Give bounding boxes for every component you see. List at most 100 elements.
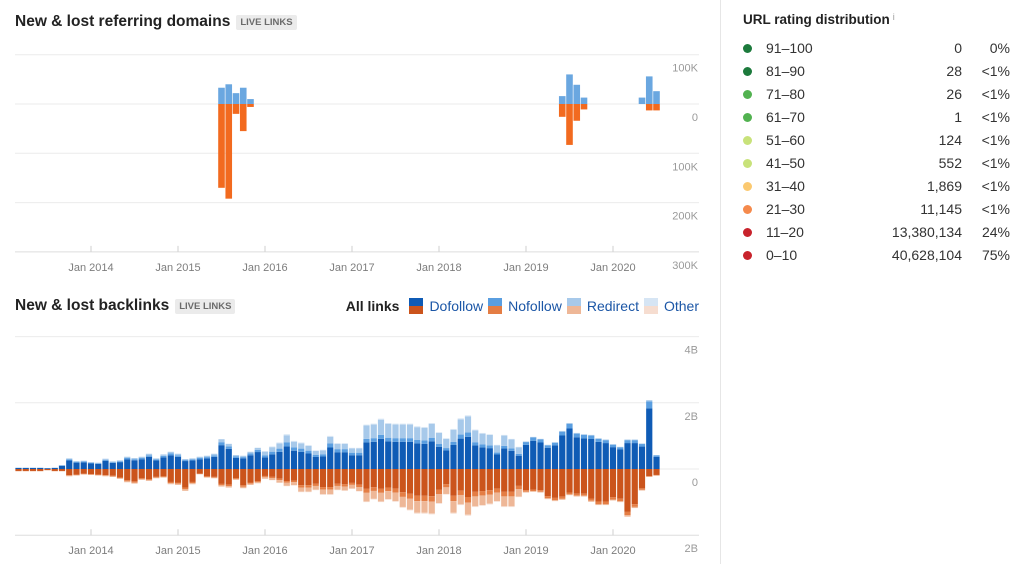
- dofollow-lost-bar-segment[interactable]: [399, 469, 406, 493]
- nofollow-new-bar-segment[interactable]: [414, 439, 421, 444]
- nofollow-lost-bar-segment[interactable]: [254, 481, 261, 483]
- redirect-lost-bar-segment[interactable]: [566, 494, 573, 496]
- dofollow-new-bar-segment[interactable]: [174, 456, 182, 469]
- dofollow-new-bar-segment[interactable]: [109, 462, 116, 469]
- dofollow-lost-bar-segment[interactable]: [73, 469, 80, 475]
- nofollow-lost-bar-segment[interactable]: [269, 476, 276, 479]
- nofollow-lost-bar-segment[interactable]: [392, 488, 399, 493]
- nofollow-lost-bar-segment[interactable]: [646, 476, 653, 477]
- redirect-new-bar-segment[interactable]: [109, 461, 116, 463]
- lost-domains-bar[interactable]: [645, 104, 653, 111]
- nofollow-lost-bar-segment[interactable]: [624, 511, 631, 516]
- new-domains-bar[interactable]: [566, 74, 573, 104]
- dofollow-lost-bar-segment[interactable]: [189, 469, 196, 482]
- dofollow-lost-bar-segment[interactable]: [414, 469, 421, 496]
- nofollow-lost-bar-segment[interactable]: [298, 485, 305, 488]
- redirect-new-bar-segment[interactable]: [472, 430, 479, 443]
- dofollow-new-bar-segment[interactable]: [406, 441, 414, 469]
- dofollow-lost-bar-segment[interactable]: [218, 469, 225, 484]
- redirect-lost-bar-segment[interactable]: [167, 483, 174, 485]
- other-new-bar-segment[interactable]: [486, 434, 493, 435]
- lost-domains-bar[interactable]: [558, 104, 566, 117]
- nofollow-new-bar-segment[interactable]: [131, 459, 138, 461]
- nofollow-lost-bar-segment[interactable]: [486, 490, 493, 495]
- dofollow-new-bar-segment[interactable]: [269, 454, 276, 469]
- redirect-lost-bar-segment[interactable]: [588, 500, 595, 502]
- nofollow-new-bar-segment[interactable]: [421, 440, 428, 444]
- nofollow-lost-bar-segment[interactable]: [356, 484, 363, 488]
- nofollow-new-bar-segment[interactable]: [631, 440, 638, 444]
- redirect-new-bar-segment[interactable]: [312, 451, 319, 455]
- redirect-lost-bar-segment[interactable]: [580, 495, 588, 497]
- dofollow-lost-bar-segment[interactable]: [631, 469, 638, 505]
- redirect-new-bar-segment[interactable]: [319, 450, 327, 455]
- other-new-bar-segment[interactable]: [327, 435, 334, 437]
- new-domains-bar[interactable]: [239, 87, 247, 104]
- nofollow-lost-bar-segment[interactable]: [247, 482, 254, 484]
- redirect-lost-bar-segment[interactable]: [240, 486, 247, 489]
- nofollow-new-bar-segment[interactable]: [138, 457, 145, 460]
- dofollow-lost-bar-segment[interactable]: [537, 469, 544, 491]
- other-lost-bar-segment[interactable]: [421, 512, 428, 514]
- dofollow-lost-bar-segment[interactable]: [363, 469, 370, 489]
- dofollow-new-bar-segment[interactable]: [377, 438, 385, 469]
- redirect-new-bar-segment[interactable]: [646, 400, 653, 402]
- nofollow-lost-bar-segment[interactable]: [638, 488, 646, 490]
- dofollow-new-bar-segment[interactable]: [348, 455, 356, 469]
- redirect-lost-bar-segment[interactable]: [421, 501, 428, 513]
- dofollow-new-bar-segment[interactable]: [472, 445, 479, 469]
- nofollow-new-bar-segment[interactable]: [435, 444, 443, 447]
- nofollow-lost-bar-segment[interactable]: [131, 481, 138, 483]
- nofollow-new-bar-segment[interactable]: [305, 450, 312, 454]
- dofollow-new-bar-segment[interactable]: [334, 452, 341, 469]
- other-new-bar-segment[interactable]: [443, 438, 450, 439]
- other-lost-bar-segment[interactable]: [319, 494, 327, 495]
- dofollow-lost-bar-segment[interactable]: [196, 469, 203, 474]
- dofollow-new-bar-segment[interactable]: [631, 443, 638, 469]
- nofollow-new-bar-segment[interactable]: [203, 457, 211, 459]
- other-new-bar-segment[interactable]: [370, 423, 377, 425]
- nofollow-lost-bar-segment[interactable]: [385, 487, 392, 492]
- redirect-lost-bar-segment[interactable]: [617, 501, 624, 503]
- redirect-lost-bar-segment[interactable]: [406, 498, 414, 510]
- dofollow-new-bar-segment[interactable]: [95, 463, 102, 469]
- dofollow-new-bar-segment[interactable]: [530, 440, 537, 469]
- lost-domains-bar[interactable]: [225, 104, 233, 199]
- nofollow-new-bar-segment[interactable]: [472, 442, 479, 446]
- dofollow-lost-bar-segment[interactable]: [160, 469, 167, 477]
- nofollow-new-bar-segment[interactable]: [312, 454, 319, 457]
- dofollow-new-bar-segment[interactable]: [37, 467, 44, 469]
- dofollow-lost-bar-segment[interactable]: [551, 469, 559, 498]
- redirect-lost-bar-segment[interactable]: [66, 475, 73, 477]
- dofollow-lost-bar-segment[interactable]: [573, 469, 580, 494]
- legend-item-other[interactable]: Other: [643, 298, 699, 314]
- nofollow-lost-bar-segment[interactable]: [414, 495, 421, 502]
- dofollow-lost-bar-segment[interactable]: [312, 469, 319, 484]
- dofollow-lost-bar-segment[interactable]: [29, 469, 37, 471]
- dofollow-lost-bar-segment[interactable]: [283, 469, 290, 482]
- redirect-lost-bar-segment[interactable]: [102, 475, 109, 477]
- redirect-lost-bar-segment[interactable]: [530, 491, 537, 492]
- dofollow-lost-bar-segment[interactable]: [276, 469, 283, 479]
- redirect-new-bar-segment[interactable]: [240, 455, 247, 458]
- redirect-lost-bar-segment[interactable]: [116, 478, 124, 479]
- nofollow-lost-bar-segment[interactable]: [515, 485, 522, 490]
- dofollow-new-bar-segment[interactable]: [421, 443, 428, 469]
- redirect-lost-bar-segment[interactable]: [486, 494, 493, 504]
- nofollow-lost-bar-segment[interactable]: [573, 493, 580, 496]
- other-lost-bar-segment[interactable]: [435, 503, 443, 504]
- dofollow-new-bar-segment[interactable]: [22, 467, 29, 469]
- dofollow-new-bar-segment[interactable]: [595, 441, 602, 469]
- redirect-new-bar-segment[interactable]: [254, 447, 261, 450]
- new-domains-bar[interactable]: [225, 84, 233, 104]
- redirect-lost-bar-segment[interactable]: [189, 483, 196, 485]
- dofollow-new-bar-segment[interactable]: [392, 441, 399, 469]
- dofollow-new-bar-segment[interactable]: [566, 428, 573, 469]
- nofollow-lost-bar-segment[interactable]: [501, 491, 508, 497]
- redirect-new-bar-segment[interactable]: [269, 447, 276, 452]
- nofollow-lost-bar-segment[interactable]: [609, 497, 617, 500]
- redirect-new-bar-segment[interactable]: [515, 447, 522, 454]
- redirect-lost-bar-segment[interactable]: [334, 485, 341, 490]
- lost-domains-bar[interactable]: [239, 104, 247, 132]
- redirect-lost-bar-segment[interactable]: [131, 482, 138, 484]
